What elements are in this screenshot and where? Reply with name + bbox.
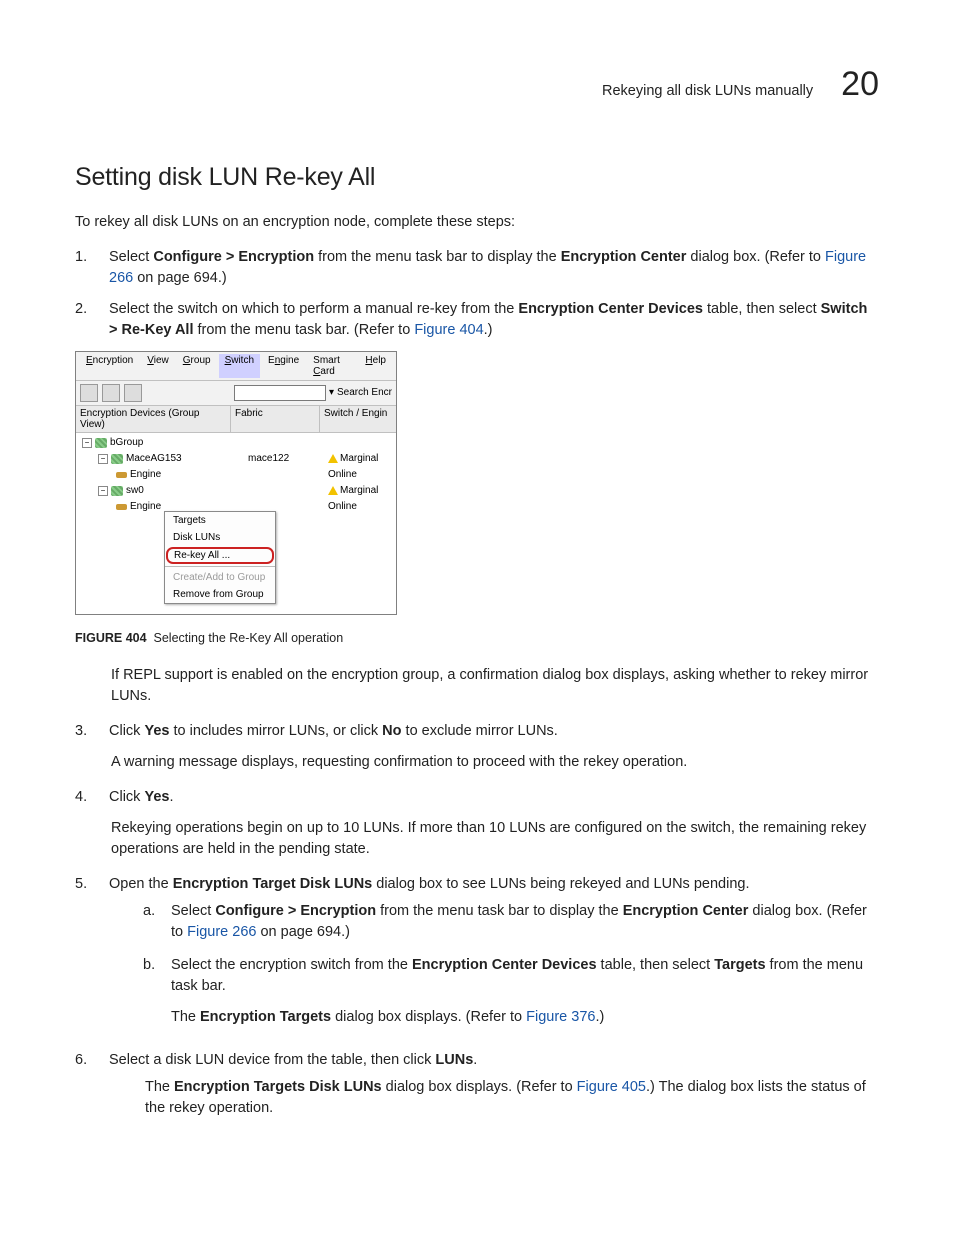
step-5: 5. Open the Encryption Target Disk LUNs … (75, 874, 879, 1040)
refresh-icon[interactable] (124, 384, 142, 402)
tree-row-bgroup[interactable]: −bGroup (76, 435, 396, 451)
chapter-number: 20 (841, 60, 879, 109)
step-3: 3. Click Yes to includes mirror LUNs, or… (75, 721, 879, 742)
step-5b: b. Select the encryption switch from the… (109, 955, 879, 1028)
dropdown-icon[interactable]: ▾ (329, 387, 334, 398)
menu-help[interactable]: Help (359, 354, 392, 378)
step-2: 2. Select the switch on which to perform… (75, 299, 879, 341)
search-input[interactable] (234, 385, 326, 401)
menu-smart-card[interactable]: Smart Card (307, 354, 357, 378)
step-number: 1. (75, 247, 99, 289)
toolbar: ▾ Search Encr (76, 381, 396, 406)
page-running-header: Rekeying all disk LUNs manually 20 (75, 60, 879, 109)
step-6-note: The Encryption Targets Disk LUNs dialog … (145, 1077, 879, 1119)
step-4: 4. Click Yes. (75, 787, 879, 808)
separator (165, 566, 275, 567)
step-number: 2. (75, 299, 99, 341)
step-number: 5. (75, 874, 99, 1040)
col-fabric: Fabric (231, 406, 320, 432)
switch-icon (111, 454, 123, 464)
toolbar-icon-1[interactable] (80, 384, 98, 402)
key-icon (116, 504, 127, 510)
ctx-rekey-all[interactable]: Re-key All ... (166, 547, 274, 564)
menubar: EEncryptionncryption View Group Switch E… (76, 352, 396, 381)
repl-note: If REPL support is enabled on the encryp… (111, 665, 879, 707)
menu-encryption[interactable]: EEncryptionncryption (80, 354, 139, 378)
context-menu: Targets Disk LUNs Re-key All ... Create/… (164, 511, 276, 604)
collapse-icon[interactable]: − (82, 438, 92, 448)
menu-engine[interactable]: Engine (262, 354, 305, 378)
collapse-icon[interactable]: − (98, 454, 108, 464)
warning-note: A warning message displays, requesting c… (111, 752, 879, 773)
step-number: 4. (75, 787, 99, 808)
tree-row-mace[interactable]: −MaceAG153 mace122 Marginal (76, 451, 396, 467)
ctx-disk-luns[interactable]: Disk LUNs (165, 529, 275, 546)
figure-405-link[interactable]: Figure 405 (577, 1079, 646, 1095)
table-header: Encryption Devices (Group View) Fabric S… (76, 406, 396, 433)
page-title: Setting disk LUN Re-key All (75, 159, 879, 195)
intro-text: To rekey all disk LUNs on an encryption … (75, 212, 879, 233)
menu-group[interactable]: Group (177, 354, 217, 378)
ctx-targets[interactable]: Targets (165, 512, 275, 529)
ctx-create-group: Create/Add to Group (165, 569, 275, 586)
step-6: 6. Select a disk LUN device from the tab… (75, 1050, 879, 1071)
step-number: 3. (75, 721, 99, 742)
group-icon (95, 438, 107, 448)
device-tree: −bGroup −MaceAG153 mace122 Marginal Engi… (76, 433, 396, 614)
header-title: Rekeying all disk LUNs manually (602, 81, 813, 102)
rekey-note: Rekeying operations begin on up to 10 LU… (111, 818, 879, 860)
step-1: 1. Select Configure > Encryption from th… (75, 247, 879, 289)
figure-404-link[interactable]: Figure 404 (414, 322, 483, 338)
menu-switch[interactable]: Switch (219, 354, 260, 378)
warning-icon (328, 486, 338, 495)
figure-266-link[interactable]: Figure 266 (187, 924, 256, 940)
toolbar-icon-2[interactable] (102, 384, 120, 402)
col-switch-engine: Switch / Engin (320, 406, 396, 432)
figure-376-link[interactable]: Figure 376 (526, 1009, 595, 1025)
encryption-center-window: EEncryptionncryption View Group Switch E… (75, 351, 397, 615)
col-devices: Encryption Devices (Group View) (76, 406, 231, 432)
key-icon (116, 472, 127, 478)
collapse-icon[interactable]: − (98, 486, 108, 496)
switch-icon (111, 486, 123, 496)
ctx-remove-group[interactable]: Remove from Group (165, 586, 275, 603)
warning-icon (328, 454, 338, 463)
step-5a: a. Select Configure > Encryption from th… (109, 901, 879, 943)
figure-caption: FIGURE 404 Selecting the Re-Key All oper… (75, 629, 879, 647)
step-number: 6. (75, 1050, 99, 1071)
tree-row-engine-1[interactable]: Engine Online (76, 467, 396, 483)
menu-view[interactable]: View (141, 354, 175, 378)
tree-row-sw0[interactable]: −sw0 Marginal (76, 483, 396, 499)
search-button[interactable]: Search Encr (337, 387, 392, 398)
